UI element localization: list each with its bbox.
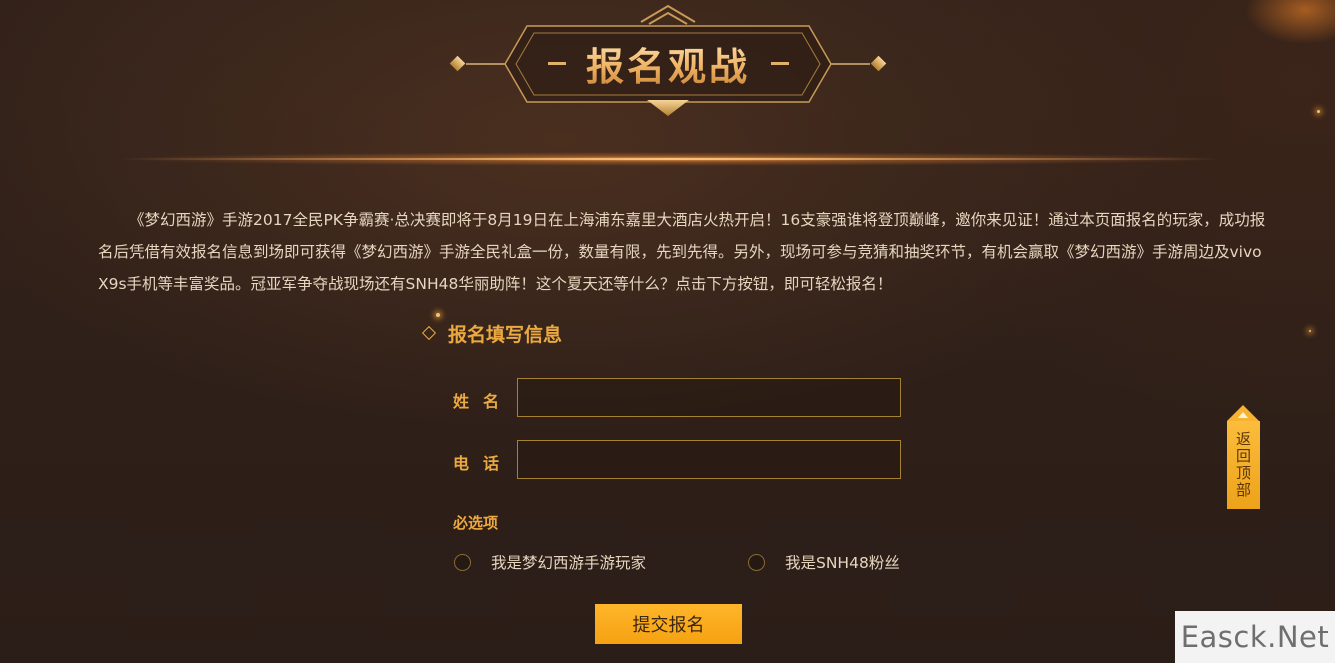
- phone-input[interactable]: [517, 440, 901, 479]
- radio-button[interactable]: [454, 553, 471, 571]
- name-input[interactable]: [517, 378, 901, 417]
- divider-line: [120, 158, 1220, 160]
- back-to-top-body: 返回顶部: [1227, 421, 1260, 509]
- back-to-top-button[interactable]: 返回顶部: [1227, 405, 1260, 509]
- submit-button[interactable]: 提交报名: [595, 604, 742, 644]
- form-section-title: 报名填写信息: [448, 323, 563, 346]
- page-title: 报名观战: [540, 36, 796, 91]
- sparkle: [1309, 330, 1311, 332]
- arrow-up-icon: [1238, 412, 1248, 418]
- option-snh48-fan[interactable]: 我是SNH48粉丝: [748, 550, 900, 574]
- back-to-top-label: 返回顶部: [1235, 430, 1251, 499]
- intro-paragraph: 《梦幻西游》手游2017全民PK争霸赛·总决赛即将于8月19日在上海浦东嘉里大酒…: [98, 211, 1266, 293]
- option-game-player[interactable]: 我是梦幻西游手游玩家: [454, 550, 646, 574]
- sparkle: [436, 313, 440, 317]
- radio-button[interactable]: [748, 553, 765, 571]
- watermark: Easck.Net: [1175, 611, 1335, 663]
- phone-label: 电话: [453, 454, 514, 473]
- option-label: 我是SNH48粉丝: [785, 554, 900, 572]
- watermark-text: Easck.Net: [1180, 620, 1330, 654]
- title-banner: 报名观战: [0, 0, 1335, 170]
- name-label: 姓名: [453, 392, 514, 411]
- diamond-icon: [421, 325, 437, 341]
- required-options-label: 必选项: [453, 514, 499, 532]
- form-section-heading: 报名填写信息: [421, 318, 563, 348]
- option-label: 我是梦幻西游手游玩家: [491, 554, 647, 572]
